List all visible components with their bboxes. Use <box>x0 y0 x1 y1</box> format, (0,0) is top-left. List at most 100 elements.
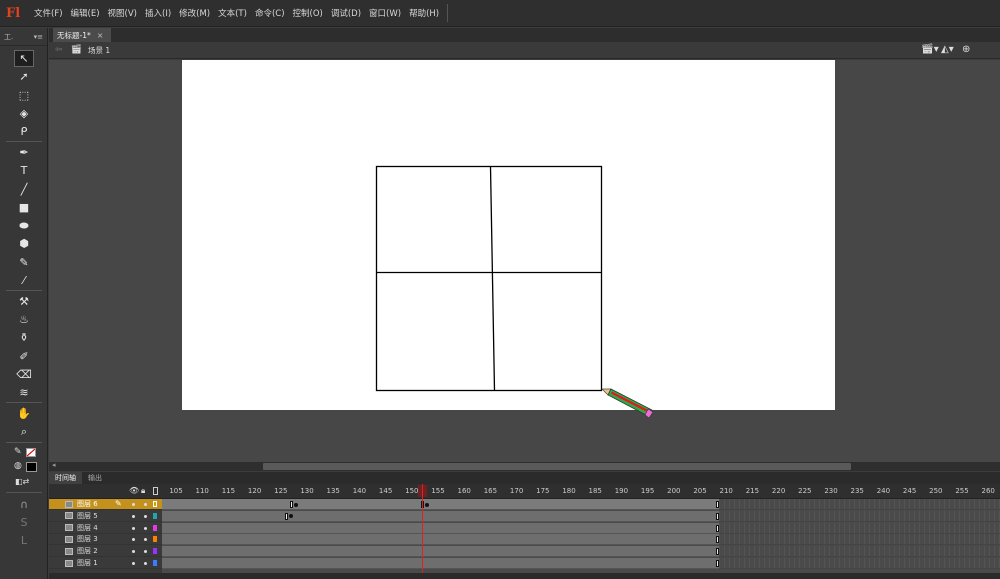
layer-color-swatch[interactable] <box>153 560 157 566</box>
layer-row[interactable]: 图层 2 <box>49 546 162 558</box>
tab-output[interactable]: 输出 <box>82 472 108 484</box>
layer-icon <box>65 524 73 532</box>
layer-toggle-dot[interactable] <box>132 514 135 518</box>
frame-row[interactable] <box>162 499 719 510</box>
ruler-tick-label: 135 <box>326 487 340 495</box>
layer-toggle-dot[interactable] <box>132 526 135 530</box>
layer-color-swatch[interactable] <box>153 536 157 543</box>
ruler-tick-label: 250 <box>929 487 943 495</box>
ruler-tick-label: 200 <box>667 487 681 495</box>
layer-toggle-dot[interactable] <box>144 526 147 530</box>
edit-layer-icon: ✎ <box>115 499 122 508</box>
scrollbar-thumb[interactable] <box>263 463 851 470</box>
playhead[interactable] <box>422 484 423 579</box>
tab-timeline[interactable]: 时间轴 <box>49 472 82 484</box>
empty-frames[interactable] <box>719 534 1000 546</box>
ruler-tick-label: 205 <box>693 487 707 495</box>
ruler-tick-label: 175 <box>536 487 550 495</box>
timeline-panel-tabs: 时间轴 输出 <box>49 472 1000 484</box>
keyframe-marker[interactable] <box>290 501 293 508</box>
layer-row[interactable]: 图层 1 <box>49 558 162 569</box>
ruler-tick-label: 105 <box>169 487 183 495</box>
layer-name[interactable]: 图层 3 <box>77 534 99 544</box>
ruler-tick-label: 235 <box>850 487 864 495</box>
layer-name[interactable]: 图层 5 <box>77 511 99 521</box>
layer-toggle-dot[interactable] <box>132 550 135 554</box>
lock-icon[interactable]: 🔒︎ <box>141 486 145 496</box>
layer-list: 图层 6 ✎ 图层 5 图层 4 图层 3 图层 2 图层 1 <box>49 499 162 573</box>
scroll-left-arrow-icon[interactable]: ◂ <box>52 461 56 469</box>
layer-toggle-dot[interactable] <box>144 538 147 542</box>
ruler-tick-label: 110 <box>195 487 209 495</box>
ruler-tick-label: 225 <box>798 487 812 495</box>
layer-name[interactable]: 图层 4 <box>77 523 99 533</box>
ruler-tick-label: 125 <box>274 487 288 495</box>
frame-row[interactable] <box>162 522 719 534</box>
layer-color-swatch[interactable] <box>153 501 157 507</box>
keyframe[interactable] <box>294 502 298 507</box>
layer-toggle-dot[interactable] <box>132 538 135 542</box>
empty-frames[interactable] <box>719 499 1000 510</box>
empty-frames[interactable] <box>719 510 1000 522</box>
keyframe-marker[interactable] <box>285 512 288 520</box>
layer-row[interactable]: 图层 6 ✎ <box>49 499 162 510</box>
empty-frames[interactable] <box>719 522 1000 534</box>
grid-drawing <box>375 165 603 392</box>
layer-color-swatch[interactable] <box>153 548 157 555</box>
layer-icon <box>65 547 73 555</box>
empty-frames[interactable] <box>719 546 1000 558</box>
ruler-tick-label: 130 <box>300 487 314 495</box>
layer-toggle-dot[interactable] <box>144 550 147 554</box>
layer-toggle-dot[interactable] <box>132 562 135 565</box>
ruler-tick-label: 155 <box>431 487 445 495</box>
layer-name[interactable]: 图层 6 <box>77 499 99 509</box>
ruler-tick-label: 170 <box>509 487 524 495</box>
frame-row[interactable] <box>162 558 719 569</box>
timeline-footer <box>49 573 1000 579</box>
eye-icon[interactable]: 👁︎ <box>129 486 139 495</box>
drawn-vertical-line <box>489 166 496 391</box>
layer-toggle-dot[interactable] <box>144 503 147 506</box>
ruler-tick-label: 165 <box>483 487 498 495</box>
ruler-tick-label: 160 <box>457 487 471 495</box>
ruler-tick-label: 240 <box>876 487 891 495</box>
ruler-tick-label: 245 <box>902 487 917 495</box>
layer-row[interactable]: 图层 5 <box>49 511 162 522</box>
ruler-tick-label: 230 <box>824 487 838 495</box>
ruler-tick-label: 190 <box>614 487 629 495</box>
drawn-square <box>375 165 603 392</box>
ruler-tick-label: 255 <box>955 487 969 495</box>
ruler-tick-label: 150 <box>405 487 419 495</box>
ruler-tick-label: 185 <box>588 487 602 495</box>
frame-grid[interactable] <box>162 499 1000 573</box>
layer-icon <box>65 535 73 543</box>
frame-row[interactable] <box>162 510 719 522</box>
layer-icon <box>65 500 73 508</box>
layer-name[interactable]: 图层 2 <box>77 546 99 556</box>
layer-row[interactable]: 图层 4 <box>49 523 162 534</box>
ruler-tick-label: 115 <box>221 487 236 495</box>
ruler-tick-label: 120 <box>247 487 262 495</box>
layer-color-swatch[interactable] <box>153 524 157 531</box>
frame-row[interactable] <box>162 546 719 558</box>
layer-color-swatch[interactable] <box>153 512 157 519</box>
empty-frames[interactable] <box>719 558 1000 569</box>
ruler-tick-label: 220 <box>771 487 786 495</box>
layer-name[interactable]: 图层 1 <box>77 558 99 568</box>
pencil-cursor-icon <box>601 388 654 419</box>
layer-icon <box>65 512 73 520</box>
keyframe[interactable] <box>425 502 429 507</box>
layer-toggle-dot[interactable] <box>144 562 147 565</box>
ruler-tick-label: 145 <box>378 487 393 495</box>
ruler-tick-label: 195 <box>640 487 655 495</box>
ruler-tick-label: 140 <box>352 487 367 495</box>
layer-icon <box>65 559 73 567</box>
outline-icon[interactable] <box>153 487 158 495</box>
layer-row[interactable]: 图层 3 <box>49 534 162 546</box>
layer-toggle-dot[interactable] <box>132 503 135 506</box>
ruler-tick-label: 180 <box>562 487 576 495</box>
ruler-tick-label: 215 <box>745 487 760 495</box>
ruler-tick-label: 210 <box>719 487 733 495</box>
frame-row[interactable] <box>162 534 719 546</box>
layer-toggle-dot[interactable] <box>144 514 147 518</box>
